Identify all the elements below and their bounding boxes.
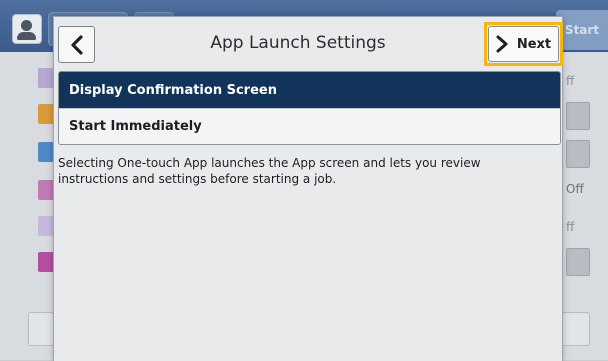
background-toggle — [566, 140, 590, 168]
app-icon — [38, 142, 54, 162]
chevron-right-icon — [496, 35, 508, 53]
app-icon — [38, 68, 54, 88]
start-button: Start — [556, 10, 608, 50]
option-label: Start Immediately — [69, 119, 202, 134]
background-footer-button — [28, 312, 54, 346]
background-status-text: Off — [566, 182, 584, 196]
app-launch-settings-dialog: App Launch Settings Next Display Confirm… — [53, 16, 563, 361]
app-icon — [38, 216, 54, 236]
launch-option-list: Display Confirmation Screen Start Immedi… — [58, 71, 561, 145]
option-label: Display Confirmation Screen — [69, 82, 277, 98]
background-status-text: ff — [566, 74, 575, 88]
background-status-text: ff — [566, 220, 575, 234]
back-button[interactable] — [58, 26, 95, 63]
background-toggle — [566, 102, 590, 130]
app-icon — [38, 180, 54, 200]
app-icon — [38, 252, 54, 272]
dialog-header: App Launch Settings Next — [54, 17, 563, 73]
user-icon — [12, 14, 42, 44]
next-button[interactable]: Next — [488, 26, 559, 62]
background-toggle — [566, 248, 590, 276]
option-start-immediately[interactable]: Start Immediately — [59, 108, 560, 144]
next-button-label: Next — [516, 36, 552, 52]
option-description: Selecting One-touch App launches the App… — [58, 156, 481, 186]
chevron-left-icon — [70, 34, 83, 55]
option-display-confirmation-screen[interactable]: Display Confirmation Screen — [59, 72, 560, 108]
app-icon — [38, 104, 54, 124]
dialog-title: App Launch Settings — [210, 33, 386, 53]
